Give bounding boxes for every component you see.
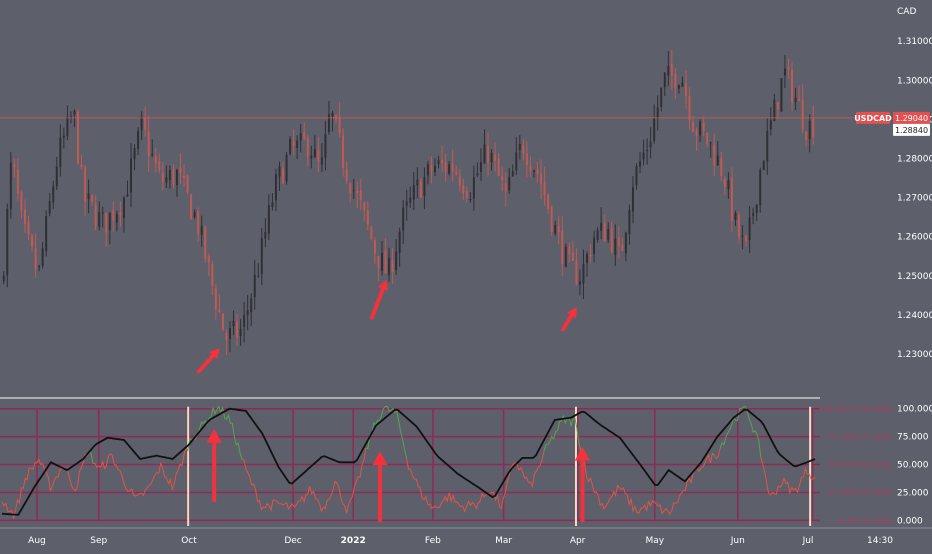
osc-tick-label: 75.000 bbox=[897, 433, 929, 443]
usdcad-chart[interactable]: 0.00%(0.000) 25.00%(25.000) 50.00%(50.000)… bbox=[0, 0, 932, 550]
candle bbox=[204, 225, 207, 263]
osc-level-label: 0.00%(0.000) bbox=[837, 516, 892, 525]
osc-tick-label: 25.000 bbox=[897, 488, 929, 498]
candle bbox=[221, 313, 224, 331]
time-tick-label: Jun bbox=[730, 536, 745, 546]
time-tick-label: Mar bbox=[495, 536, 512, 546]
time-tick-label: Feb bbox=[425, 536, 441, 546]
time-tick-label: Jul bbox=[802, 536, 814, 546]
osc-level-label: 100.00%(100.000) bbox=[817, 405, 892, 414]
price-tick-label: 1.26000 bbox=[897, 233, 932, 243]
candle bbox=[285, 152, 288, 185]
time-tick-label: Dec bbox=[284, 536, 301, 546]
prev-price-badge[interactable]: 1.28840 bbox=[893, 123, 930, 136]
osc-level-label: 50.00%(50.000) bbox=[827, 461, 892, 470]
last-price-badge[interactable]: 1.29040 bbox=[893, 111, 930, 124]
osc-level-label: 75.00%(75.000) bbox=[827, 433, 892, 442]
candle bbox=[564, 243, 567, 268]
price-tick-label: 1.27000 bbox=[897, 194, 932, 204]
time-tick-label: Sep bbox=[90, 536, 107, 546]
currency-label: CAD bbox=[897, 7, 916, 17]
chart-svg: 0.00%(0.000) 25.00%(25.000) 50.00%(50.000)… bbox=[0, 0, 932, 550]
candle bbox=[190, 193, 193, 220]
candle bbox=[550, 205, 553, 236]
price-tick-label: 1.23000 bbox=[897, 350, 932, 360]
symbol-badge[interactable]: USDCAD bbox=[854, 111, 892, 124]
time-readout: 14:30 bbox=[867, 536, 893, 546]
osc-tick-label: 50.000 bbox=[897, 461, 929, 471]
time-tick-label: Aug bbox=[28, 536, 46, 546]
last-price-badge-label: 1.29040 bbox=[895, 114, 928, 123]
symbol-badge-label: USDCAD bbox=[854, 114, 892, 123]
price-tick-label: 1.31000 bbox=[897, 37, 932, 47]
osc-level-label: 25.00%(25.000) bbox=[827, 488, 892, 497]
candle bbox=[6, 203, 9, 288]
time-tick-label: May bbox=[646, 536, 665, 546]
osc-tick-label: 0.000 bbox=[897, 516, 923, 526]
price-tick-label: 1.30000 bbox=[897, 76, 932, 86]
candle bbox=[780, 77, 783, 113]
candle bbox=[370, 225, 373, 241]
candle bbox=[289, 136, 292, 156]
price-tick-label: 1.24000 bbox=[897, 311, 932, 321]
time-tick-label: Oct bbox=[181, 536, 197, 546]
time-tick-label: Apr bbox=[570, 536, 586, 546]
osc-tick-label: 100.000 bbox=[897, 405, 932, 415]
candle bbox=[186, 174, 189, 195]
prev-price-badge-label: 1.28840 bbox=[895, 126, 928, 135]
time-tick-label: 2022 bbox=[341, 536, 366, 546]
candle bbox=[45, 210, 48, 257]
price-tick-label: 1.25000 bbox=[897, 272, 932, 282]
price-axis[interactable]: 1.23000 1.24000 1.25000 1.26000 1.27000 1.280… bbox=[897, 37, 932, 360]
price-tick-label: 1.28000 bbox=[897, 155, 932, 165]
